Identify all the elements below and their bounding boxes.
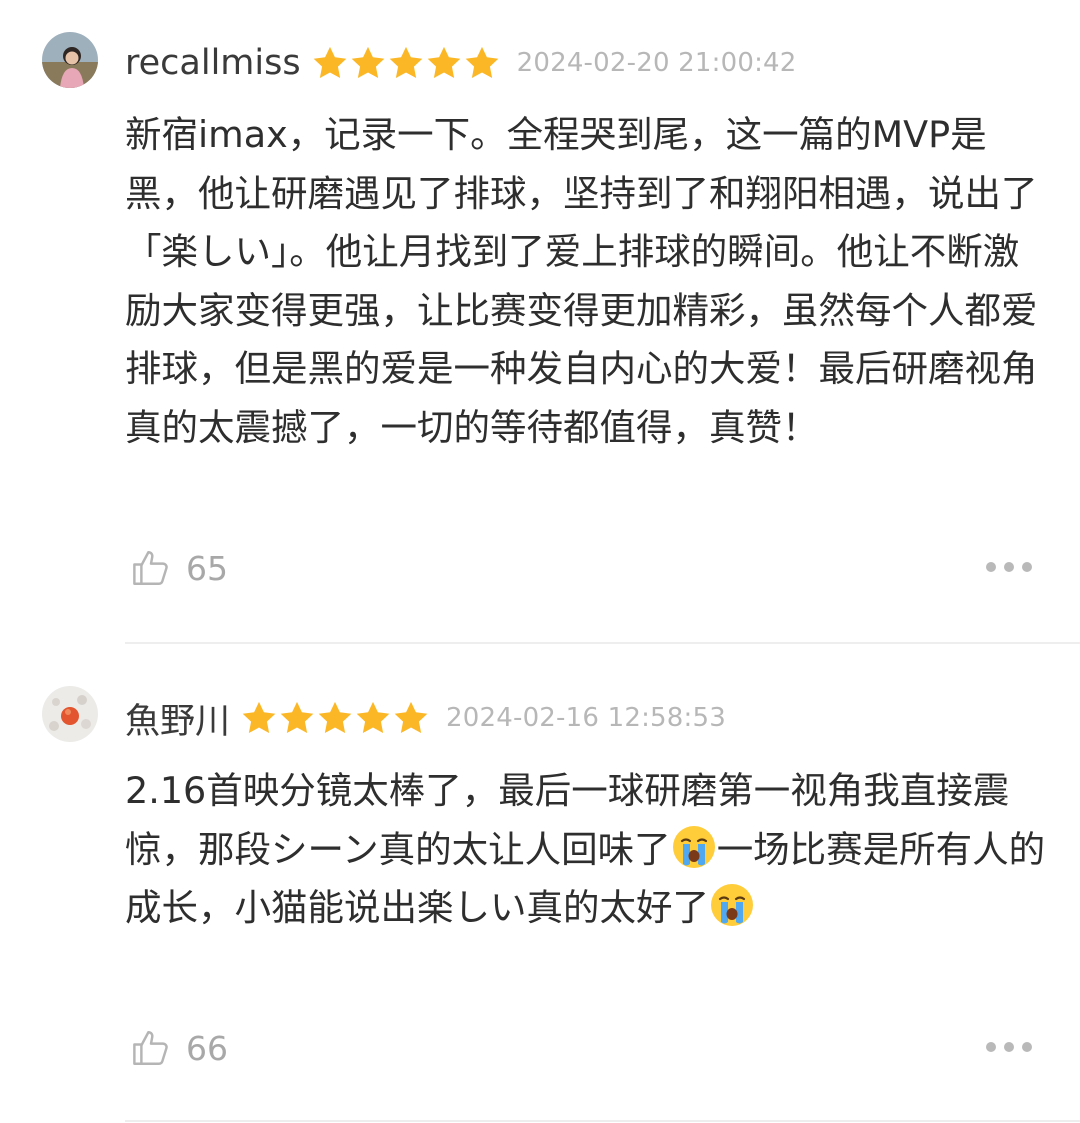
avatar[interactable] (42, 32, 98, 88)
review-text: 新宿imax，记录一下。全程哭到尾，这一篇的MVP是黑，他让研磨遇见了排球，坚持… (125, 113, 1038, 449)
star-icon (311, 44, 349, 82)
loudly-crying-face-emoji (709, 882, 755, 928)
username[interactable]: 魚野川 (125, 693, 230, 744)
review-date: 2024-02-20 21:00:42 (516, 48, 797, 78)
review-actions: 65 (130, 543, 228, 593)
avatar[interactable] (42, 686, 98, 742)
star-rating (240, 699, 430, 737)
divider (125, 642, 1080, 644)
like-count: 66 (186, 1028, 228, 1068)
star-icon (349, 44, 387, 82)
star-rating (311, 44, 501, 82)
more-icon[interactable] (986, 542, 1032, 592)
review-header: 魚野川 2024-02-16 12:58:53 (125, 688, 726, 748)
like-count: 65 (186, 548, 228, 588)
more-icon[interactable] (986, 1022, 1032, 1072)
thumbs-up-icon[interactable] (130, 1027, 172, 1069)
star-icon (316, 699, 354, 737)
star-icon (463, 44, 501, 82)
star-icon (278, 699, 316, 737)
review-header: recallmiss 2024-02-20 21:00:42 (125, 33, 797, 93)
username[interactable]: recallmiss (125, 43, 301, 83)
star-icon (354, 699, 392, 737)
review-actions: 66 (130, 1023, 228, 1073)
star-icon (425, 44, 463, 82)
star-icon (240, 699, 278, 737)
review-text: 2.16首映分镜太棒了，最后一球研磨第一视角我直接震惊，那段シーン真的太让人回味… (125, 762, 1050, 938)
loudly-crying-face-emoji (671, 824, 717, 870)
star-icon (392, 699, 430, 737)
star-icon (387, 44, 425, 82)
thumbs-up-icon[interactable] (130, 547, 172, 589)
divider (125, 1120, 1080, 1122)
review-date: 2024-02-16 12:58:53 (446, 703, 726, 733)
